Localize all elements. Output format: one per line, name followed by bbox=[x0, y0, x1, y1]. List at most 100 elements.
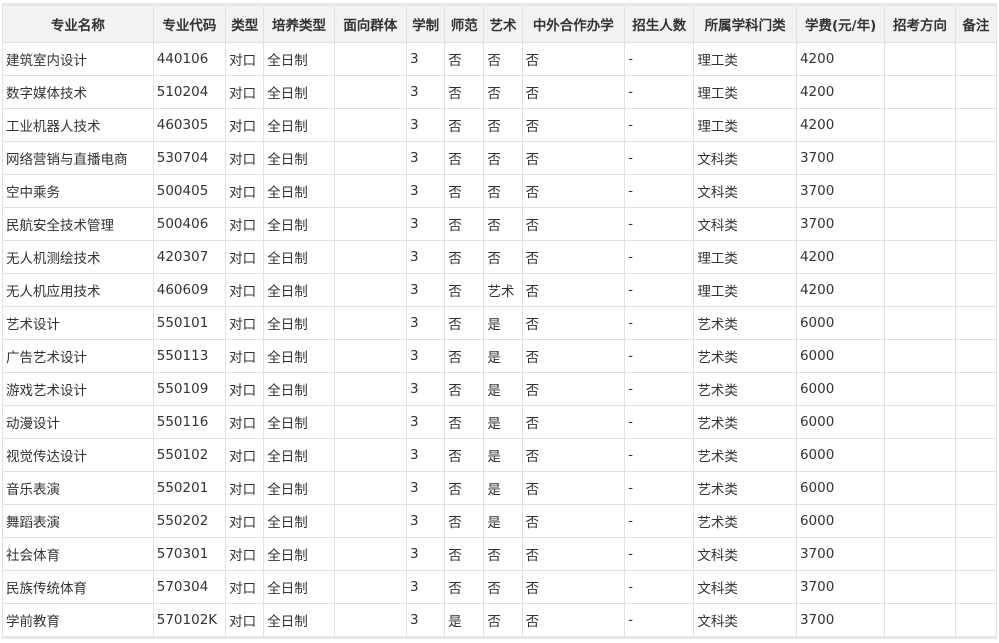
cell-tuition: 6000 bbox=[795, 504, 886, 538]
cell-enrollment: - bbox=[624, 42, 695, 76]
cell-enrollment: - bbox=[624, 108, 695, 142]
cell-study-mode: 全日制 bbox=[263, 438, 335, 472]
cell-major-code: 550113 bbox=[152, 339, 227, 373]
table-row: 社会体育 570301 对口 全日制 3 否否否 - 文科类 3700 bbox=[2, 537, 998, 571]
cell-type: 对口 bbox=[225, 273, 265, 307]
cell-joint-program: 否 bbox=[521, 174, 626, 208]
cell-exam-direction bbox=[884, 603, 956, 639]
cell-major-name: 数字媒体技术 bbox=[2, 75, 154, 109]
cell-major-code: 460609 bbox=[152, 273, 227, 307]
table-row: 建筑室内设计 440106 对口 全日制 3 否否否 - 理工类 4200 bbox=[2, 42, 998, 76]
cell-tuition: 3700 bbox=[795, 141, 886, 175]
cell-enrollment: - bbox=[624, 339, 695, 373]
cell-major-code: 500405 bbox=[152, 174, 227, 208]
cell-tuition: 6000 bbox=[795, 438, 886, 472]
cell-study-mode: 全日制 bbox=[263, 504, 335, 538]
cell-duration: 3 bbox=[405, 372, 446, 406]
cell-remarks bbox=[954, 240, 998, 274]
cell-remarks bbox=[954, 405, 998, 439]
cell-exam-direction bbox=[884, 306, 956, 340]
table-row: 音乐表演 550201 对口 全日制 3 否是否 - 艺术类 6000 bbox=[2, 471, 998, 505]
cell-remarks bbox=[954, 42, 998, 76]
cell-exam-direction bbox=[884, 207, 956, 241]
table-row: 无人机应用技术 460609 对口 全日制 3 否艺术否 - 理工类 4200 bbox=[2, 273, 998, 307]
cell-type: 对口 bbox=[225, 570, 265, 604]
cell-joint-program: 否 bbox=[521, 42, 626, 76]
cell-major-name: 广告艺术设计 bbox=[2, 339, 154, 373]
cell-enrollment: - bbox=[624, 141, 695, 175]
cell-type: 对口 bbox=[225, 75, 265, 109]
cell-duration: 3 bbox=[405, 240, 446, 274]
cell-exam-direction bbox=[884, 75, 956, 109]
cell-teacher-training: 否 bbox=[444, 438, 485, 472]
cell-remarks bbox=[954, 141, 998, 175]
cell-discipline: 理工类 bbox=[693, 108, 797, 142]
cell-arts: 否 bbox=[483, 42, 523, 76]
cell-enrollment: - bbox=[624, 438, 695, 472]
cell-major-code: 570304 bbox=[152, 570, 227, 604]
table-row: 民航安全技术管理 500406 对口 全日制 3 否否否 - 文科类 3700 bbox=[2, 207, 998, 241]
cell-arts: 否 bbox=[483, 603, 523, 639]
cell-arts: 是 bbox=[483, 339, 523, 373]
cell-exam-direction bbox=[884, 372, 956, 406]
cell-discipline: 艺术类 bbox=[693, 471, 797, 505]
majors-table: 专业名称 专业代码 类型 培养类型 面向群体 学制 师范 艺术 中外合作办学 招生人数 所属学科门类… bbox=[2, 3, 998, 639]
column-header-enrollment: 招生人数 bbox=[624, 3, 695, 43]
cell-arts: 否 bbox=[483, 174, 523, 208]
cell-teacher-training: 否 bbox=[444, 108, 485, 142]
cell-tuition: 6000 bbox=[795, 339, 886, 373]
cell-study-mode: 全日制 bbox=[263, 537, 335, 571]
cell-type: 对口 bbox=[225, 372, 265, 406]
cell-study-mode: 全日制 bbox=[263, 174, 335, 208]
cell-study-mode: 全日制 bbox=[263, 372, 335, 406]
cell-enrollment: - bbox=[624, 471, 695, 505]
cell-joint-program: 否 bbox=[521, 207, 626, 241]
column-header-arts: 艺术 bbox=[483, 3, 523, 43]
cell-major-code: 550202 bbox=[152, 504, 227, 538]
cell-joint-program: 否 bbox=[521, 108, 626, 142]
cell-target-group bbox=[333, 504, 408, 538]
table-row: 视觉传达设计 550102 对口 全日制 3 否是否 - 艺术类 6000 bbox=[2, 438, 998, 472]
cell-teacher-training: 否 bbox=[444, 339, 485, 373]
column-header-major-code: 专业代码 bbox=[152, 3, 227, 43]
cell-type: 对口 bbox=[225, 240, 265, 274]
cell-target-group bbox=[333, 471, 408, 505]
cell-type: 对口 bbox=[225, 537, 265, 571]
column-header-target-group: 面向群体 bbox=[333, 3, 408, 43]
cell-teacher-training: 否 bbox=[444, 174, 485, 208]
column-header-major-name: 专业名称 bbox=[2, 3, 154, 43]
cell-teacher-training: 否 bbox=[444, 504, 485, 538]
cell-study-mode: 全日制 bbox=[263, 471, 335, 505]
cell-major-code: 500406 bbox=[152, 207, 227, 241]
cell-discipline: 艺术类 bbox=[693, 372, 797, 406]
cell-exam-direction bbox=[884, 174, 956, 208]
cell-discipline: 文科类 bbox=[693, 603, 797, 639]
cell-remarks bbox=[954, 504, 998, 538]
cell-remarks bbox=[954, 273, 998, 307]
cell-tuition: 3700 bbox=[795, 207, 886, 241]
cell-major-name: 工业机器人技术 bbox=[2, 108, 154, 142]
cell-arts: 否 bbox=[483, 108, 523, 142]
cell-target-group bbox=[333, 141, 408, 175]
cell-study-mode: 全日制 bbox=[263, 108, 335, 142]
cell-duration: 3 bbox=[405, 603, 446, 639]
header-row: 专业名称 专业代码 类型 培养类型 面向群体 学制 师范 艺术 中外合作办学 招生人数 所属学科门类… bbox=[2, 3, 998, 43]
cell-joint-program: 否 bbox=[521, 273, 626, 307]
cell-study-mode: 全日制 bbox=[263, 207, 335, 241]
cell-major-name: 建筑室内设计 bbox=[2, 42, 154, 76]
cell-joint-program: 否 bbox=[521, 75, 626, 109]
cell-duration: 3 bbox=[405, 42, 446, 76]
cell-major-code: 530704 bbox=[152, 141, 227, 175]
cell-discipline: 艺术类 bbox=[693, 504, 797, 538]
table-row: 数字媒体技术 510204 对口 全日制 3 否否否 - 理工类 4200 bbox=[2, 75, 998, 109]
cell-discipline: 艺术类 bbox=[693, 438, 797, 472]
cell-remarks bbox=[954, 570, 998, 604]
cell-remarks bbox=[954, 75, 998, 109]
table-row: 空中乘务 500405 对口 全日制 3 否否否 - 文科类 3700 bbox=[2, 174, 998, 208]
cell-duration: 3 bbox=[405, 570, 446, 604]
cell-major-code: 440106 bbox=[152, 42, 227, 76]
cell-arts: 是 bbox=[483, 306, 523, 340]
cell-study-mode: 全日制 bbox=[263, 306, 335, 340]
cell-major-name: 网络营销与直播电商 bbox=[2, 141, 154, 175]
cell-joint-program: 否 bbox=[521, 240, 626, 274]
